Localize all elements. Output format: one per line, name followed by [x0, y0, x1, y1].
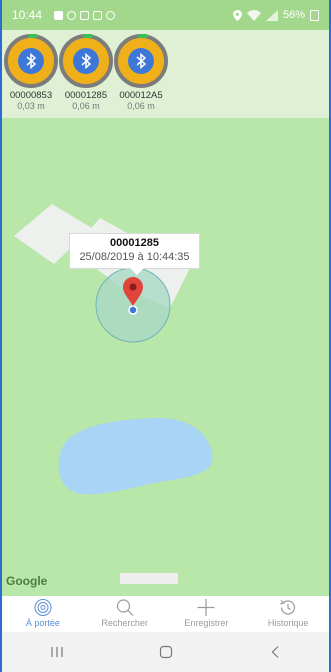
- signal-icon: [265, 9, 278, 21]
- tab-label: À portée: [25, 618, 60, 628]
- recent-apps-button[interactable]: [37, 640, 77, 664]
- tab-search[interactable]: Rechercher: [84, 596, 166, 632]
- beacon-distance: 0,06 m: [72, 101, 100, 111]
- back-button[interactable]: [255, 640, 295, 664]
- beacon-item[interactable]: 00000853 0,03 m: [2, 34, 60, 111]
- chrome-icon: [67, 10, 77, 20]
- beacon-id: 00000853: [9, 90, 53, 101]
- google-logo[interactable]: Google: [6, 574, 47, 588]
- tab-label: Rechercher: [101, 618, 148, 628]
- battery-icon: [310, 9, 319, 21]
- radar-icon: [34, 599, 52, 616]
- back-icon: [271, 646, 278, 658]
- beacon-item[interactable]: 000012A5 0,06 m: [112, 34, 170, 111]
- beacon-strip: 00000853 0,03 m 00001285 0,06 m 000012A5…: [2, 30, 329, 118]
- beacon-id: 00001285: [64, 90, 108, 101]
- beacon-ring: [114, 34, 168, 88]
- beacon-distance: 0,03 m: [17, 101, 45, 111]
- home-button[interactable]: [146, 640, 186, 664]
- marker-callout[interactable]: 00001285 25/08/2019 à 10:44:35: [69, 233, 200, 275]
- beacon-ring: [59, 34, 113, 88]
- position-dot: [128, 305, 138, 315]
- history-icon: [280, 600, 296, 615]
- callout-title: 00001285: [110, 237, 159, 249]
- beacon-item[interactable]: 00001285 0,06 m: [57, 34, 115, 111]
- search-icon: [116, 599, 134, 616]
- tab-label: Historique: [267, 618, 309, 628]
- bluetooth-icon: [73, 48, 99, 74]
- notification-icon: [80, 10, 90, 20]
- plus-icon: [197, 599, 215, 616]
- tab-record[interactable]: Enregistrer: [166, 596, 248, 632]
- bluetooth-icon: [18, 48, 44, 74]
- status-bar: 10:44 56%: [2, 0, 329, 30]
- sync-icon: [106, 10, 116, 20]
- tab-in-range[interactable]: À portée: [2, 596, 84, 632]
- recent-apps-icon: [50, 647, 63, 657]
- lake-shape: [58, 417, 213, 495]
- status-time: 10:44: [12, 8, 43, 22]
- location-icon: [232, 9, 242, 21]
- map-view[interactable]: 00001285 25/08/2019 à 10:44:35 Google: [2, 118, 329, 596]
- tab-label: Enregistrer: [184, 618, 229, 628]
- battery-level: 56%: [282, 9, 305, 21]
- callout-timestamp: 25/08/2019 à 10:44:35: [79, 251, 190, 263]
- home-icon: [159, 645, 172, 659]
- beacon-id: 000012A5: [119, 90, 163, 101]
- system-nav-bar: [2, 632, 329, 672]
- bluetooth-icon: [128, 48, 154, 74]
- beacon-ring: [4, 34, 58, 88]
- wifi-icon: [246, 9, 261, 21]
- beacon-distance: 0,06 m: [127, 101, 155, 111]
- tab-history[interactable]: Historique: [247, 596, 329, 632]
- bottom-tab-bar: À portée Rechercher Enregistrer Historiq…: [2, 596, 329, 632]
- gallery-icon: [93, 10, 103, 20]
- map-canvas: [14, 204, 213, 495]
- map-scale-bar: [120, 573, 178, 584]
- message-icon: [54, 10, 64, 20]
